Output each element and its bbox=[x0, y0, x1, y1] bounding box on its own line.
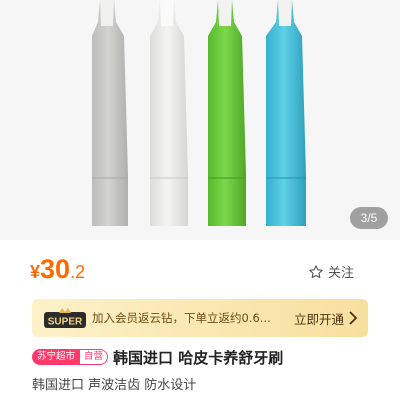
follow-button[interactable]: 关注 bbox=[308, 262, 354, 281]
open-membership-label: 立即开通 bbox=[294, 311, 345, 327]
open-membership-button[interactable]: 立即开通 bbox=[294, 309, 358, 328]
price: ¥30.2 bbox=[30, 254, 85, 285]
super-member-badge: SUPER bbox=[44, 308, 86, 328]
toothbrush-blue bbox=[266, 0, 306, 226]
product-title-row: 苏宁超市 自营 韩国进口 哈皮卡养舒牙刷 bbox=[32, 346, 283, 368]
product-image-gallery[interactable]: 3/5 bbox=[0, 0, 400, 240]
product-subtitle: 韩国进口 声波洁齿 防水设计 bbox=[32, 378, 197, 393]
store-tag-self: 自营 bbox=[80, 349, 109, 365]
member-banner[interactable]: SUPER 加入会员返云钻，下单立返约0.6... 立即开通 bbox=[32, 299, 368, 337]
price-decimal: .2 bbox=[70, 262, 86, 282]
toothbrush-gray bbox=[92, 0, 128, 226]
price-currency: ¥ bbox=[30, 262, 41, 282]
store-tag: 苏宁超市 自营 bbox=[32, 349, 109, 365]
member-banner-text: 加入会员返云钻，下单立返约0.6... bbox=[92, 311, 271, 325]
price-integer: 30 bbox=[40, 254, 71, 284]
follow-label: 关注 bbox=[327, 266, 354, 281]
toothbrush-product-image bbox=[92, 0, 306, 226]
product-title: 韩国进口 哈皮卡养舒牙刷 bbox=[113, 348, 284, 367]
toothbrush-green bbox=[208, 0, 246, 226]
image-pager-indicator: 3/5 bbox=[350, 207, 388, 229]
star-outline-icon bbox=[309, 264, 323, 278]
store-tag-suning: 苏宁超市 bbox=[32, 349, 81, 365]
chevron-right-icon bbox=[349, 311, 358, 325]
super-badge-text: SUPER bbox=[48, 317, 83, 328]
price-row: ¥30.2 关注 bbox=[0, 248, 400, 292]
toothbrush-white bbox=[150, 0, 188, 226]
